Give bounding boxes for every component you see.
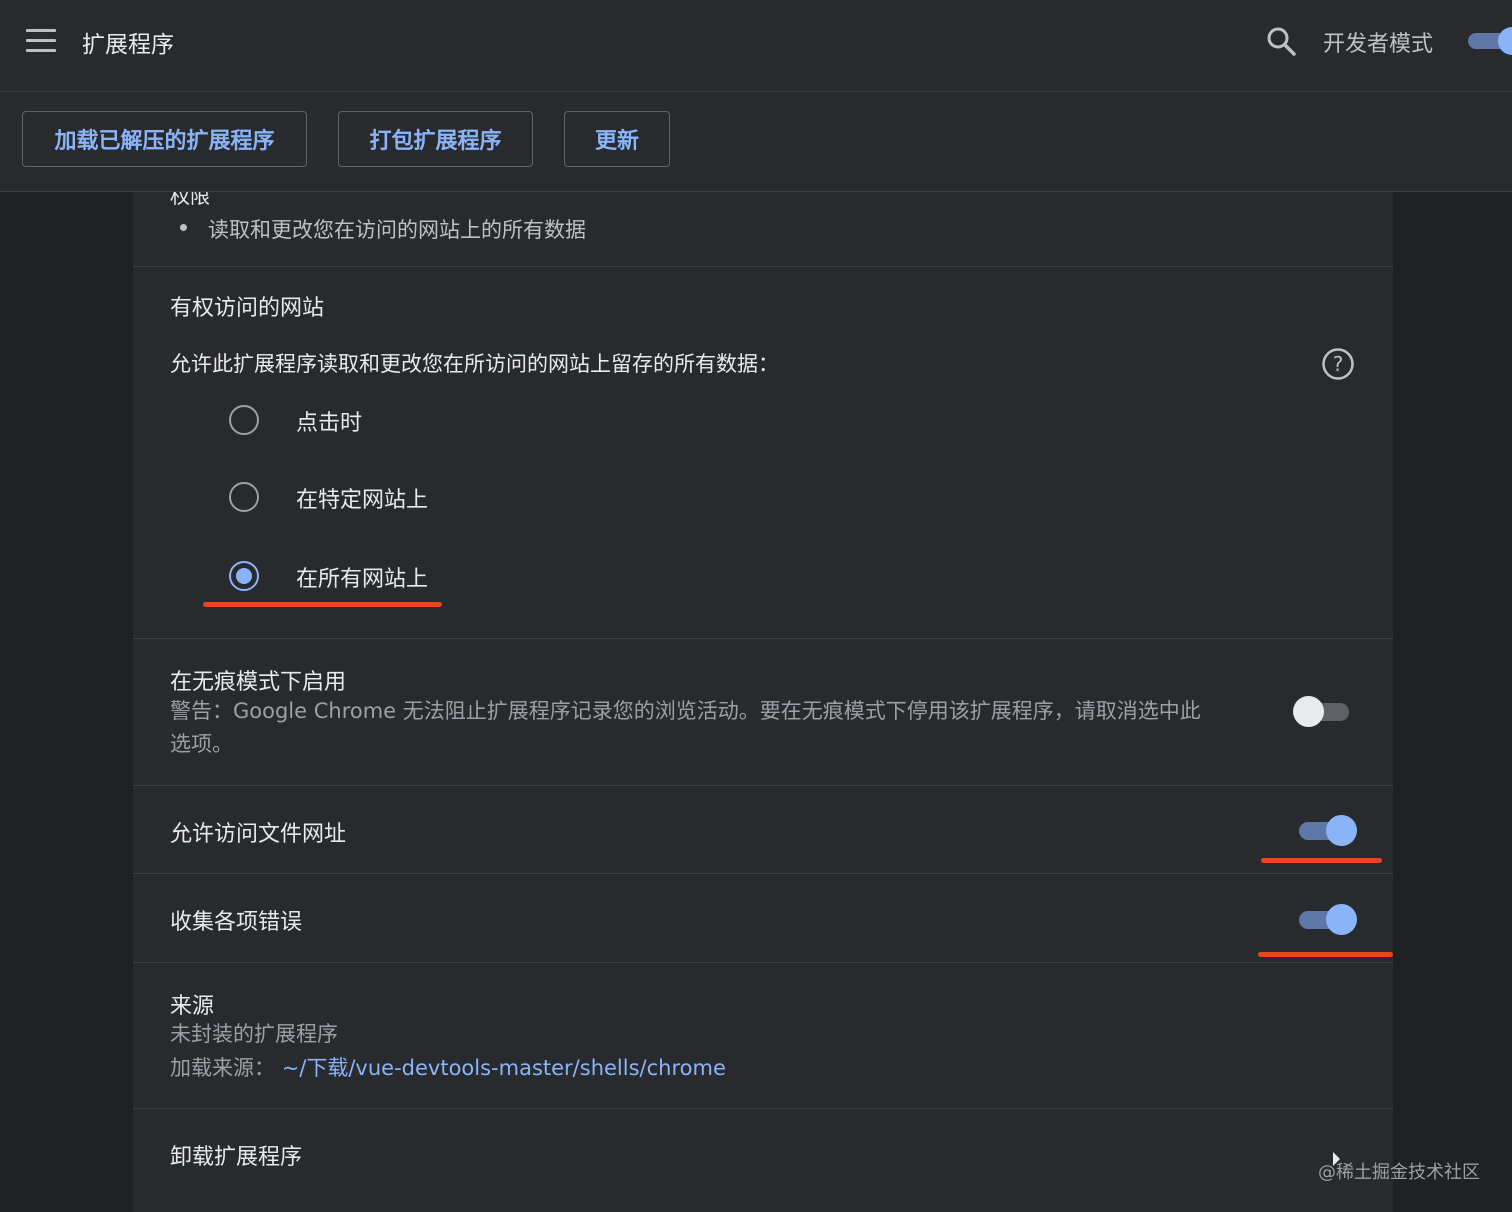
radio-specific-sites[interactable] xyxy=(229,482,259,512)
incognito-toggle[interactable] xyxy=(1293,695,1353,727)
update-button[interactable]: 更新 xyxy=(564,111,670,167)
permission-item: 读取和更改您在访问的网站上的所有数据 xyxy=(208,218,586,242)
divider xyxy=(133,873,1393,874)
divider xyxy=(133,785,1393,786)
incognito-warning-continued: 选项。 xyxy=(170,732,233,756)
annotation-underline xyxy=(1261,858,1382,863)
divider xyxy=(133,266,1393,267)
toggle-knob xyxy=(1326,904,1357,935)
developer-mode-label: 开发者模式 xyxy=(1323,32,1434,57)
bullet xyxy=(180,224,187,231)
source-type: 未封装的扩展程序 xyxy=(170,1022,338,1046)
app-header: 扩展程序 开发者模式 xyxy=(0,0,1512,92)
radio-on-click[interactable] xyxy=(229,405,259,435)
svg-text:?: ? xyxy=(1333,352,1344,376)
radio-label-all-sites: 在所有网站上 xyxy=(296,567,429,592)
site-access-description: 允许此扩展程序读取和更改您在所访问的网站上留存的所有数据： xyxy=(170,352,779,376)
divider xyxy=(133,962,1393,963)
developer-toolbar: 加载已解压的扩展程序 打包扩展程序 更新 xyxy=(0,92,1512,192)
search-icon[interactable] xyxy=(1266,26,1296,56)
annotation-underline xyxy=(203,602,442,607)
toggle-knob xyxy=(1498,27,1512,55)
pack-extension-button[interactable]: 打包扩展程序 xyxy=(338,111,533,167)
developer-mode-toggle[interactable] xyxy=(1468,27,1512,55)
divider xyxy=(133,1108,1393,1109)
radio-all-sites[interactable] xyxy=(229,561,259,591)
watermark: @稀土掘金技术社区 xyxy=(1318,1162,1480,1183)
help-icon[interactable]: ? xyxy=(1321,347,1355,381)
annotation-underline xyxy=(1258,952,1393,957)
file-urls-label: 允许访问文件网址 xyxy=(170,822,347,847)
permissions-section: 权限 读取和更改您在访问的网站上的所有数据 xyxy=(133,192,1393,266)
load-unpacked-button[interactable]: 加载已解压的扩展程序 xyxy=(22,111,307,167)
file-urls-toggle[interactable] xyxy=(1297,814,1357,846)
load-from-label: 加载来源： xyxy=(170,1056,275,1080)
toggle-knob xyxy=(1326,815,1357,846)
source-heading: 来源 xyxy=(170,994,215,1019)
source-load-from: 加载来源： ~/下载/vue-devtools-master/shells/ch… xyxy=(170,1052,726,1085)
incognito-heading: 在无痕模式下启用 xyxy=(170,670,347,695)
page-title: 扩展程序 xyxy=(82,32,174,58)
radio-label-specific-sites: 在特定网站上 xyxy=(296,488,429,513)
permissions-heading: 权限 xyxy=(170,192,210,208)
radio-label-on-click: 点击时 xyxy=(296,411,363,436)
toggle-knob xyxy=(1293,696,1324,727)
uninstall-label[interactable]: 卸载扩展程序 xyxy=(170,1139,302,1171)
collect-errors-label: 收集各项错误 xyxy=(170,910,303,935)
menu-icon[interactable] xyxy=(26,29,56,53)
incognito-warning: 警告：Google Chrome 无法阻止扩展程序记录您的浏览活动。要在无痕模式… xyxy=(170,699,1201,723)
load-from-path-link[interactable]: ~/下载/vue-devtools-master/shells/chrome xyxy=(282,1056,726,1080)
divider xyxy=(133,638,1393,639)
site-access-heading: 有权访问的网站 xyxy=(170,296,325,321)
collect-errors-toggle[interactable] xyxy=(1297,903,1357,935)
extension-detail-card: 权限 读取和更改您在访问的网站上的所有数据 有权访问的网站 允许此扩展程序读取和… xyxy=(133,192,1393,1212)
